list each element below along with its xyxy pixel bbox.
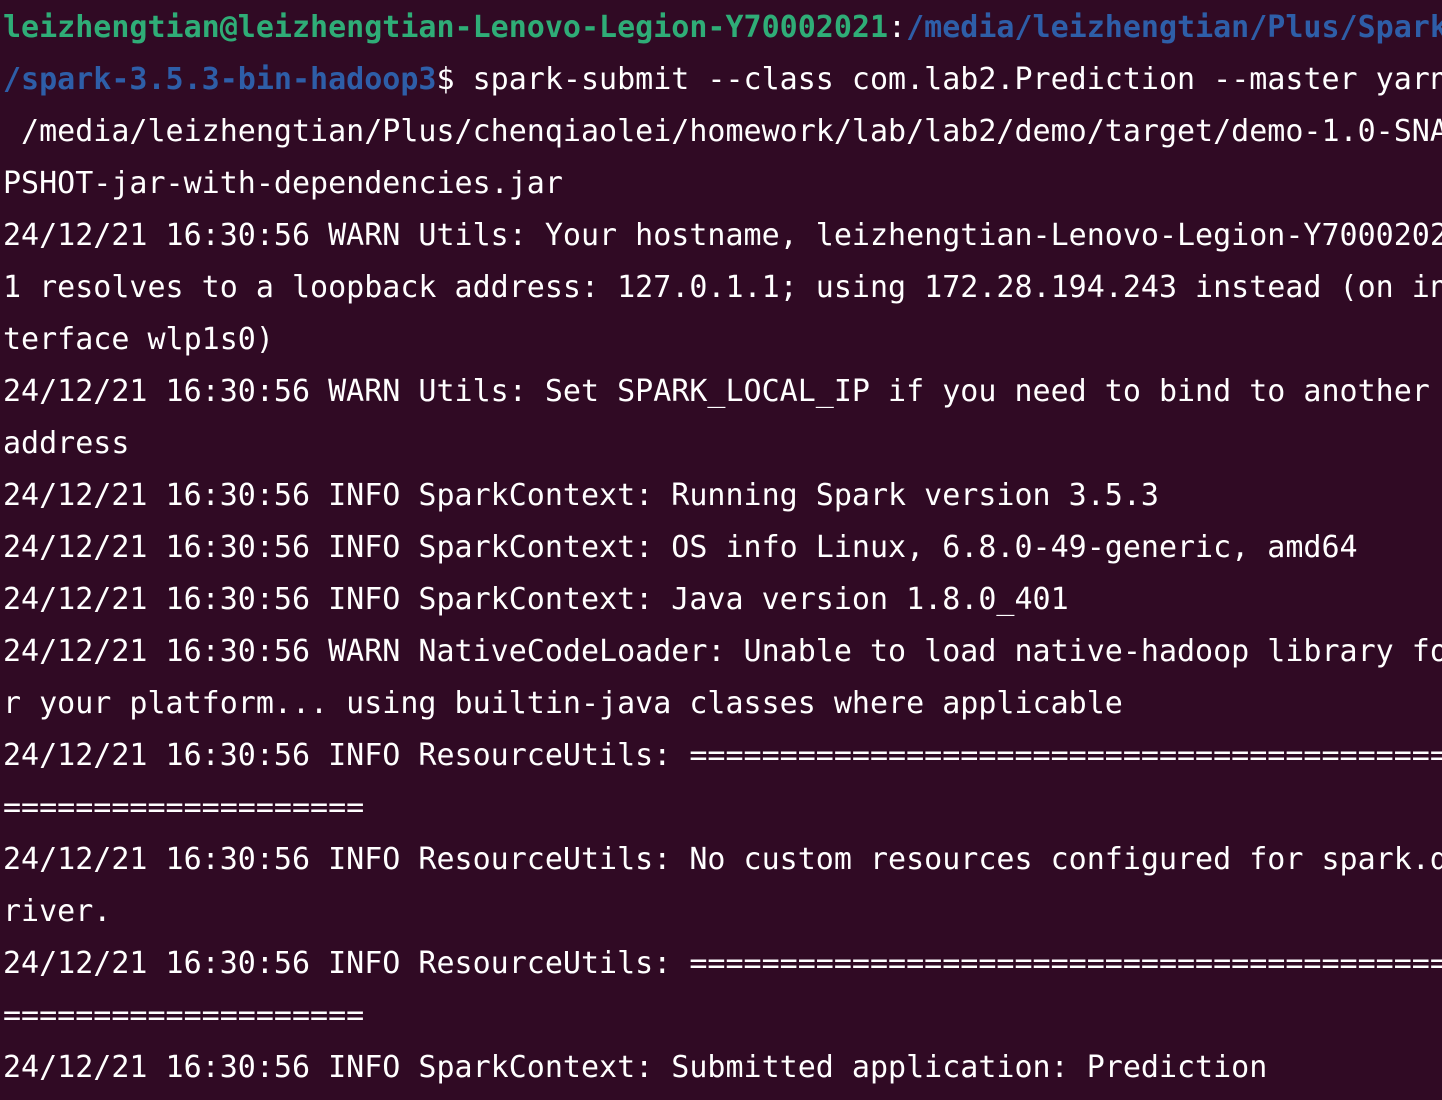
output-line: river.: [3, 894, 112, 929]
output-line: 24/12/21 16:30:56 INFO SparkContext: Jav…: [3, 582, 1069, 617]
prompt-path-part2: /spark-3.5.3-bin-hadoop3: [3, 62, 437, 97]
output-line: 24/12/21 16:30:56 INFO ResourceUtils: ==…: [3, 738, 1442, 773]
output-line: 24/12/21 16:30:56 INFO SparkContext: OS …: [3, 530, 1358, 565]
command-text-part3: PSHOT-jar-with-dependencies.jar: [3, 166, 563, 201]
output-line: ====================: [3, 998, 365, 1033]
output-line: 24/12/21 16:30:56 WARN Utils: Set SPARK_…: [3, 374, 1430, 409]
output-line: address: [3, 426, 130, 461]
command-line-4: PSHOT-jar-with-dependencies.jar: [3, 158, 1442, 210]
output-line: 24/12/21 16:30:56 WARN Utils: Your hostn…: [3, 218, 1442, 253]
output-line: ====================: [3, 790, 365, 825]
output-line: 24/12/21 16:30:56 WARN NativeCodeLoader:…: [3, 634, 1442, 669]
output-line: 24/12/21 16:30:56 INFO ResourceUtils: ==…: [3, 946, 1442, 981]
output-line: 24/12/21 16:30:56 INFO SparkContext: Run…: [3, 478, 1159, 513]
output-line: r your platform... using builtin-java cl…: [3, 686, 1123, 721]
output-line: terface wlp1s0): [3, 322, 274, 357]
prompt-line-2: /spark-3.5.3-bin-hadoop3$ spark-submit -…: [3, 54, 1442, 106]
prompt-user-host: leizhengtian@leizhengtian-Lenovo-Legion-…: [3, 10, 889, 45]
prompt-line-1: leizhengtian@leizhengtian-Lenovo-Legion-…: [3, 2, 1442, 54]
prompt-symbol: $: [436, 62, 455, 97]
prompt-path-part1: /media/leizhengtian/Plus/Spark: [906, 10, 1442, 45]
command-text-part2: /media/leizhengtian/Plus/chenqiaolei/hom…: [3, 114, 1442, 149]
terminal-window[interactable]: leizhengtian@leizhengtian-Lenovo-Legion-…: [0, 0, 1442, 1100]
output-line: 1 resolves to a loopback address: 127.0.…: [3, 270, 1442, 305]
command-text-part1: spark-submit --class com.lab2.Prediction…: [454, 62, 1442, 97]
output-line: 24/12/21 16:30:56 INFO SparkContext: Sub…: [3, 1050, 1268, 1085]
command-line-3: /media/leizhengtian/Plus/chenqiaolei/hom…: [3, 106, 1442, 158]
prompt-separator: :: [888, 10, 907, 45]
output-line: 24/12/21 16:30:56 INFO ResourceUtils: No…: [3, 842, 1442, 877]
